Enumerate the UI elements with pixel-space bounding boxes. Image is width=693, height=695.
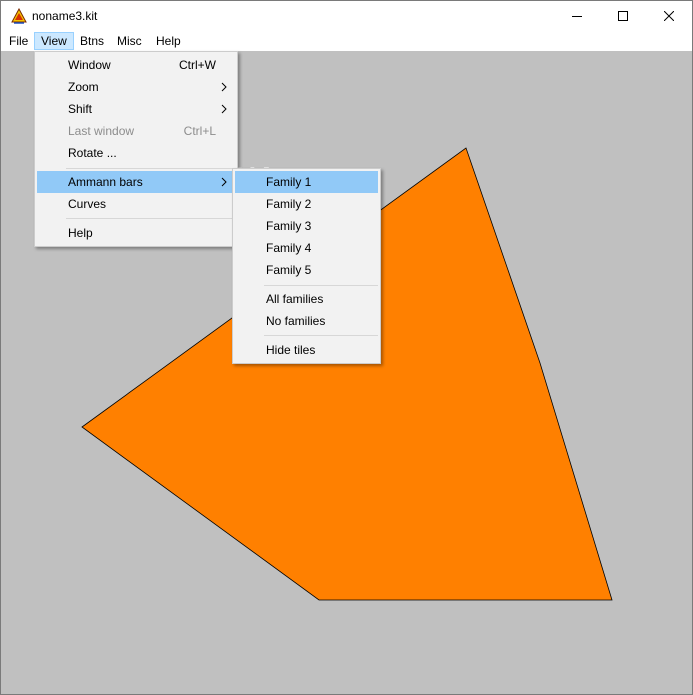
menu-item-label: Rotate ... [68,146,117,160]
menu-view[interactable]: View [34,32,74,50]
submenu-family-3[interactable]: Family 3 [235,215,378,237]
minimize-icon [572,11,582,21]
menu-item-label: Hide tiles [266,343,316,357]
view-menu-shift[interactable]: Shift [37,98,235,120]
close-icon [664,11,674,21]
menu-item-label: Curves [68,197,107,211]
close-button[interactable] [646,1,692,31]
menu-separator [66,168,235,169]
menu-separator [66,218,235,219]
submenu-family-2[interactable]: Family 2 [235,193,378,215]
menu-bar: File View Btns Misc Help [1,31,692,51]
menu-btns[interactable]: Btns [74,32,110,50]
menu-item-label: Window [68,58,111,72]
submenu-no-families[interactable]: No families [235,310,378,332]
menu-misc[interactable]: Misc [111,32,148,50]
submenu-family-1[interactable]: Family 1 [235,171,378,193]
view-menu-window[interactable]: Window Ctrl+W [37,54,235,76]
submenu-family-4[interactable]: Family 4 [235,237,378,259]
kit-app-icon[interactable] [11,7,27,24]
submenu-all-families[interactable]: All families [235,288,378,310]
minimize-button[interactable] [554,1,600,31]
menu-file[interactable]: File [3,32,34,50]
maximize-button[interactable] [600,1,646,31]
menu-item-label: Shift [68,102,93,116]
menu-item-shortcut: Ctrl+W [179,58,216,72]
view-menu-last-window: Last window Ctrl+L [37,120,235,142]
menu-item-label: Zoom [68,80,99,94]
view-menu-ammann-bars[interactable]: Ammann bars [37,171,235,193]
view-menu: Window Ctrl+W Zoom Shift Last window Ctr… [34,51,238,247]
menu-item-shortcut: Ctrl+L [183,124,216,138]
submenu-hide-tiles[interactable]: Hide tiles [235,339,378,361]
view-menu-help[interactable]: Help [37,222,235,244]
view-menu-rotate[interactable]: Rotate ... [37,142,235,164]
menu-item-label: All families [266,292,324,306]
menu-item-label: No families [266,314,326,328]
ammann-bars-submenu: Family 1 Family 2 Family 3 Family 4 Fami… [232,168,381,364]
window-title: noname3.kit [32,9,98,23]
menu-separator [264,335,378,336]
menu-separator [264,285,378,286]
menu-help[interactable]: Help [150,32,187,50]
menu-item-label: Ammann bars [68,175,143,189]
title-bar: noname3.kit [1,1,692,31]
view-menu-curves[interactable]: Curves [37,193,235,215]
menu-item-label: Family 3 [266,219,312,233]
maximize-icon [618,11,628,21]
app-window: noname3.kit File View Btns Misc Help SOF… [0,0,693,695]
menu-item-label: Help [68,226,93,240]
menu-item-label: Family 2 [266,197,312,211]
menu-item-label: Family 1 [266,175,312,189]
submenu-family-5[interactable]: Family 5 [235,259,378,281]
menu-item-label: Family 4 [266,241,312,255]
view-menu-zoom[interactable]: Zoom [37,76,235,98]
menu-item-label: Last window [68,124,135,138]
menu-item-label: Family 5 [266,263,312,277]
